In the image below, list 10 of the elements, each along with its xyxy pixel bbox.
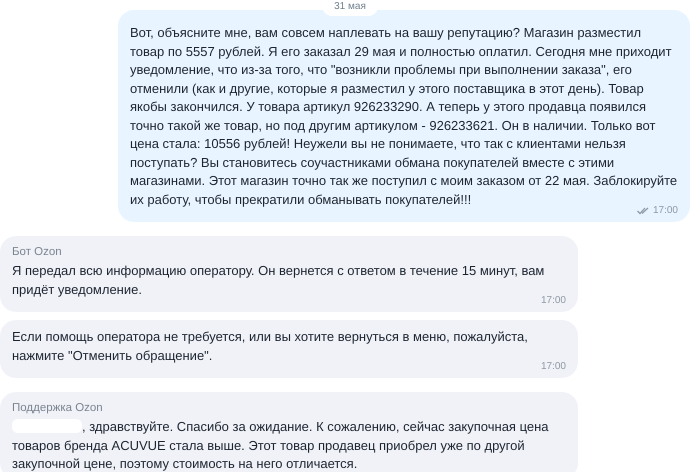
message-time: 17:00	[540, 295, 566, 307]
sender-name: Бот Ozon	[12, 245, 63, 260]
message-text: Я передал всю информацию оператору. Он вернется с ответом в течение 15 минут, вам придёт уведомление.	[12, 263, 544, 296]
message-text: Вот, объясните мне, вам совсем наплевать на вашу репутацию? Магазин разместил товар по 5557 рублей. Я его заказал 29 мая и полностью оплатил. Сегодня мне приходит уведомление, что из-за того, что "возникли проблемы при выполнении заказа", его отменили (как и другие, которые я разместил у этого поставщика в этот день). Товар якобы закончился. У товара артикул 926233290. А теперь у этого продавца появился точно такой же товар, но под другим артикулом - 926233621. Он в наличии. Только вот цена стала: 10556 рублей! Неужели вы не понимаете, что так с клиентами нельзя поступать? Вы становитесь соучастниками обмана покупателей вместе с этими магазинами. Этот магазин точно так же поступил с моим заказом от 22 мая. Заблокируйте их работу, чтобы прекратили обманывать покупателей!!!	[130, 25, 678, 206]
message-time: 17:00	[540, 361, 566, 373]
message-text: , здравствуйте. Спасибо за ожидание. К сожалению, сейчас закупочная цена товаров бренда ACUVUE стала выше. Этот товар продавец приобрел уже по другой закупочной цене, поэтому стоимость на него отличается.	[12, 419, 549, 471]
message-text: Если помощь оператора не требуется, или вы хотите вернуться в меню, пожалуйста, нажмите "Отменить обращение".	[12, 329, 528, 362]
message-time: 17:00	[652, 205, 678, 217]
sender-name: Поддержка Ozon	[12, 401, 104, 416]
date-label: 31 мая	[322, 0, 378, 16]
